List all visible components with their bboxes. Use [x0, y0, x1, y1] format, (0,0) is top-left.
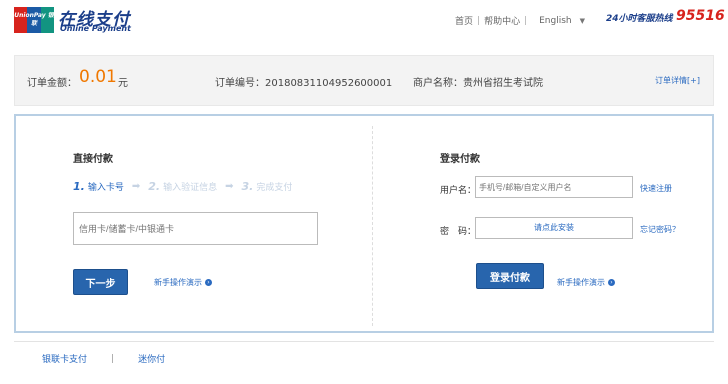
quick-register-link[interactable]: 快速注册	[640, 183, 672, 194]
merchant-label: 商户名称：	[413, 78, 463, 89]
login-guide-link[interactable]: 新手操作演示 ›	[557, 277, 615, 288]
payment-panel: 直接付款 1.输入卡号 ➡ 2.输入验证信息 ➡ 3.完成支付 下一步 新手操作…	[14, 114, 714, 333]
merchant-name: 商户名称：贵州省招生考试院	[413, 74, 543, 89]
direct-pay-title: 直接付款	[73, 154, 113, 165]
hotline-number: 95516	[676, 8, 725, 24]
play-icon: ›	[205, 279, 212, 286]
merchant-value: 贵州省招生考试院	[463, 78, 543, 89]
login-pay-button[interactable]: 登录付款	[476, 263, 544, 289]
password-control-install[interactable]: 请点此安装	[475, 217, 633, 239]
tab-separator: |	[111, 353, 115, 364]
header: UnionPay 银联 在线支付 Online Payment 首页 | 帮助中…	[0, 0, 728, 42]
beginner-guide-link[interactable]: 新手操作演示 ›	[154, 277, 212, 288]
logo-label: UnionPay 银联	[14, 12, 54, 27]
tab-unionpay-card[interactable]: 银联卡支付	[42, 352, 87, 365]
hotline-label: 24小时客服热线	[606, 14, 673, 24]
step-2: 2. 输入验证信息	[148, 180, 218, 193]
top-nav: 首页 | 帮助中心 | English ▼	[455, 14, 585, 28]
forgot-password-link[interactable]: 忘记密码？	[640, 224, 680, 235]
nav-help-link[interactable]: 帮助中心	[484, 14, 520, 27]
brand-subtitle: Online Payment	[60, 24, 131, 33]
step-indicator: 1. 输入卡号 ➡ 2. 输入验证信息 ➡ 3. 完成支付	[73, 180, 292, 193]
order-summary: 订单金额： 0.01 元 订单编号：20180831104952600001 商…	[14, 55, 714, 106]
tab-mini-pay[interactable]: 迷你付	[138, 352, 165, 365]
nav-home-link[interactable]: 首页	[455, 14, 473, 27]
chevron-down-icon[interactable]: ▼	[580, 17, 585, 25]
username-label: 用户名：	[440, 186, 477, 196]
guide-label: 新手操作演示	[154, 278, 202, 287]
amount-label: 订单金额：	[27, 78, 77, 89]
guide-label: 新手操作演示	[557, 278, 605, 287]
card-number-input[interactable]	[73, 212, 318, 245]
arrow-right-icon: ➡	[131, 181, 141, 192]
next-step-button[interactable]: 下一步	[73, 269, 128, 295]
play-icon: ›	[608, 279, 615, 286]
order-details-link[interactable]: 订单详情[+]	[655, 75, 700, 86]
arrow-right-icon: ➡	[225, 181, 234, 192]
language-select[interactable]: English	[539, 16, 572, 26]
unionpay-logo: UnionPay 银联	[14, 7, 54, 33]
amount-unit: 元	[118, 78, 128, 89]
username-input[interactable]	[475, 176, 633, 198]
order-number-value: 20180831104952600001	[265, 78, 393, 89]
payment-tabs: 银联卡支付 | 迷你付	[14, 341, 714, 375]
amount-value: 0.01	[79, 67, 117, 87]
nav-separator: |	[524, 15, 528, 26]
step-1: 1. 输入卡号	[73, 180, 124, 193]
login-pay-title: 登录付款	[440, 154, 480, 165]
order-number-label: 订单编号：	[215, 78, 265, 89]
step-3: 3. 完成支付	[241, 180, 293, 193]
panel-divider	[372, 126, 373, 326]
order-number: 订单编号：20180831104952600001	[215, 74, 392, 89]
nav-separator: |	[477, 15, 481, 26]
password-label: 密 码：	[440, 227, 477, 237]
